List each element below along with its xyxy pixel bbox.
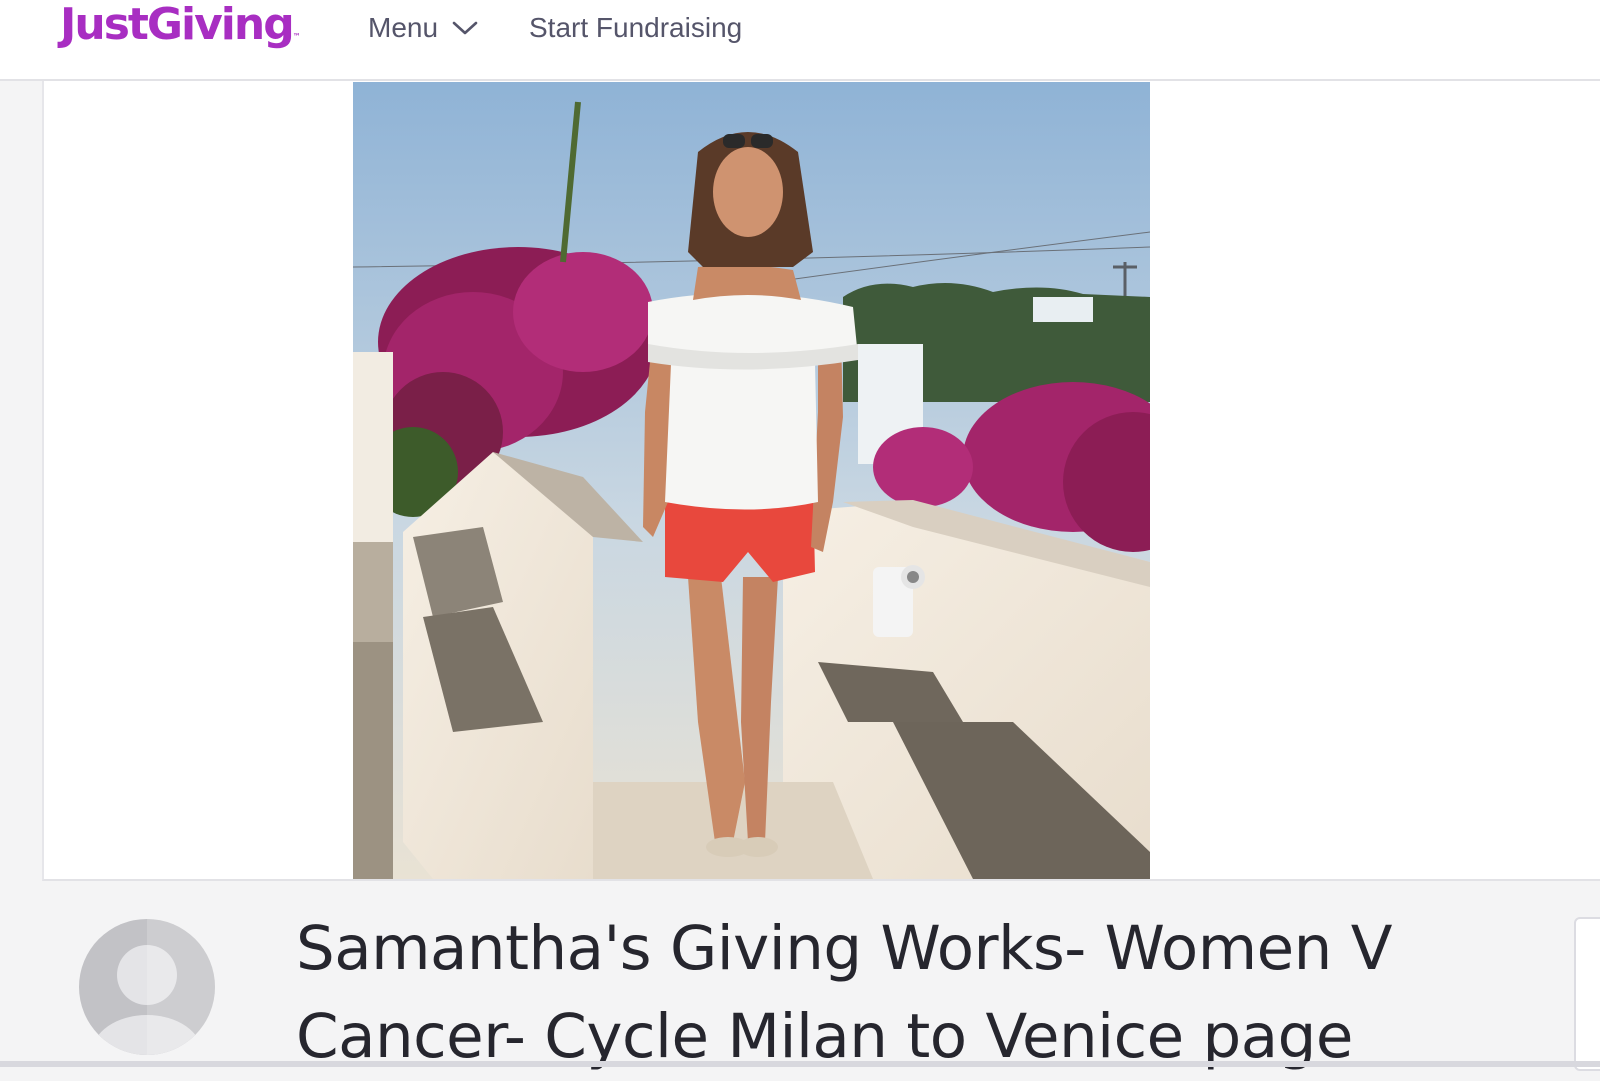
- justgiving-logo[interactable]: JustGiving™: [60, 0, 301, 52]
- donate-panel-edge: [1574, 917, 1600, 1071]
- avatar[interactable]: [77, 917, 217, 1057]
- user-avatar-icon: [79, 919, 215, 1055]
- start-fundraising-label: Start Fundraising: [529, 12, 743, 43]
- hero-photo: [353, 82, 1150, 879]
- photo-illustration: [353, 82, 1150, 879]
- page-title: Samantha's Giving Works- Women V Cancer-…: [296, 913, 1392, 1072]
- start-fundraising-link[interactable]: Start Fundraising: [529, 8, 742, 48]
- logo-text: JustGiving: [60, 0, 295, 50]
- menu-dropdown-button[interactable]: Menu: [368, 8, 478, 48]
- menu-label: Menu: [368, 12, 439, 43]
- logo-trademark: ™: [292, 32, 301, 41]
- top-navigation-bar: JustGiving™ Menu Start Fundraising: [0, 0, 1600, 81]
- chevron-down-icon: [452, 20, 478, 36]
- bottom-divider: [0, 1061, 1600, 1067]
